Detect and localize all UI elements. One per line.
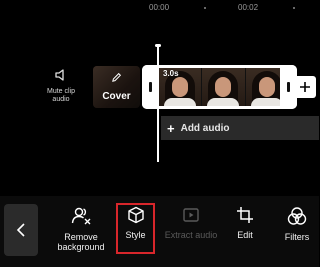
remove-background-label: Remove background bbox=[57, 232, 105, 252]
clip-duration: 3.0s bbox=[163, 69, 179, 78]
remove-background-button[interactable]: Remove background bbox=[56, 206, 106, 252]
pencil-icon bbox=[112, 72, 122, 82]
filters-button[interactable]: Filters bbox=[280, 206, 314, 242]
back-button[interactable] bbox=[4, 204, 38, 256]
extract-audio-icon bbox=[183, 208, 199, 222]
extract-audio-label: Extract audio bbox=[164, 230, 218, 240]
speaker-mute-icon bbox=[55, 69, 64, 81]
mute-clip-audio-button[interactable]: Mute clip audio bbox=[42, 68, 80, 104]
ruler-tick bbox=[204, 7, 206, 9]
filters-label: Filters bbox=[284, 232, 310, 242]
edit-button[interactable]: Edit bbox=[230, 206, 260, 240]
add-audio-label: Add audio bbox=[180, 122, 230, 134]
extract-audio-button[interactable]: Extract audio bbox=[162, 206, 220, 240]
cube-icon bbox=[127, 206, 144, 224]
add-audio-plus: + bbox=[167, 120, 175, 136]
timecode-start: 00:00 bbox=[149, 3, 170, 12]
clip-thumbnail bbox=[202, 68, 246, 106]
add-audio-button[interactable]: + Add audio bbox=[161, 116, 319, 140]
mute-clip-audio-label: Mute clip audio bbox=[46, 88, 75, 103]
timecode-2s: 00:02 bbox=[238, 3, 259, 12]
filters-icon bbox=[287, 207, 307, 225]
video-clip[interactable]: 3.0s bbox=[142, 65, 297, 109]
ruler-tick bbox=[293, 7, 295, 9]
style-label: Style bbox=[125, 230, 146, 240]
edit-label: Edit bbox=[237, 230, 253, 240]
add-clip-button[interactable] bbox=[294, 76, 316, 98]
playhead[interactable] bbox=[157, 44, 159, 162]
plus-icon bbox=[300, 82, 310, 92]
bottom-toolbar bbox=[0, 196, 319, 267]
chevron-left-icon bbox=[16, 223, 25, 237]
crop-icon bbox=[237, 207, 253, 223]
style-button[interactable]: Style bbox=[118, 206, 153, 240]
cover-label: Cover bbox=[102, 91, 131, 102]
cover-button[interactable]: Cover bbox=[93, 66, 140, 108]
remove-background-icon bbox=[71, 207, 91, 225]
